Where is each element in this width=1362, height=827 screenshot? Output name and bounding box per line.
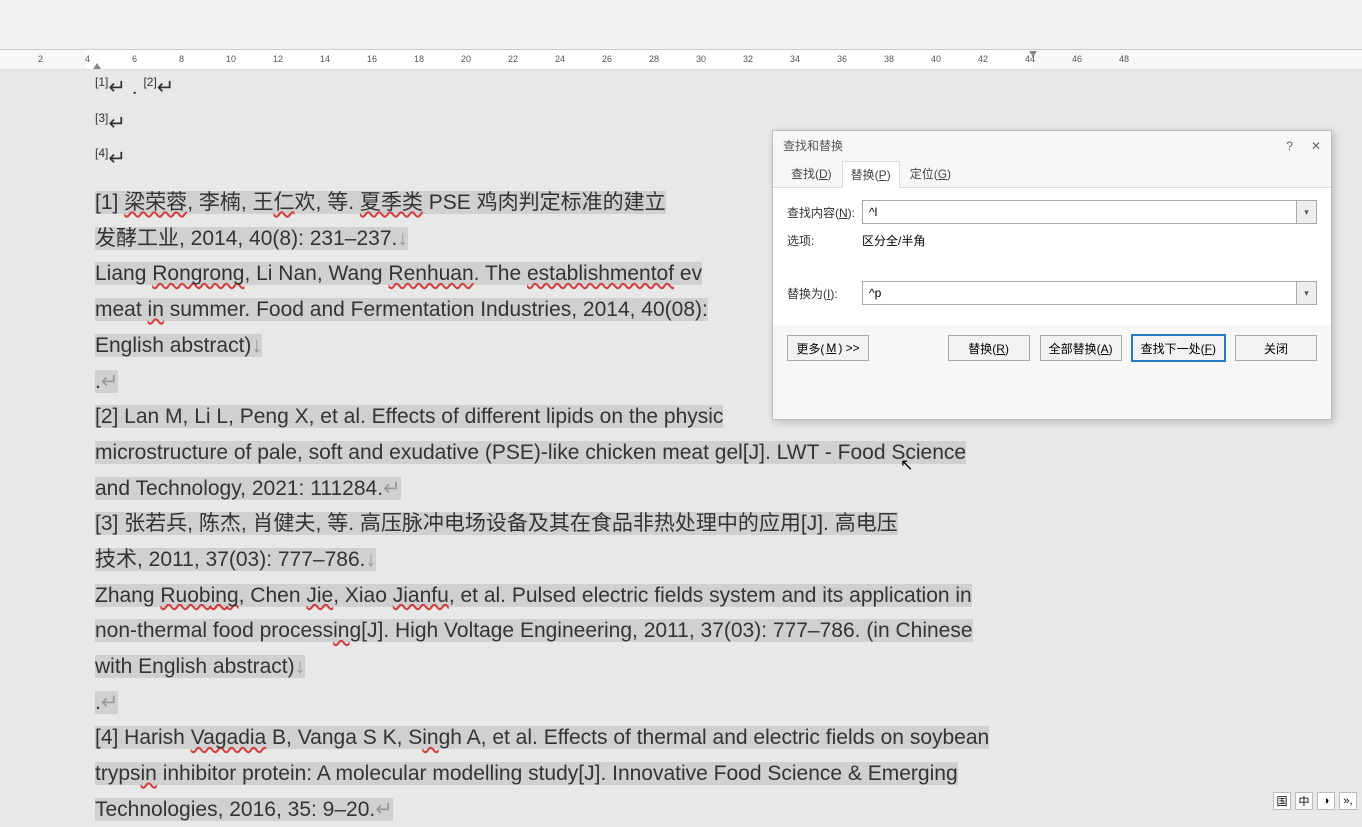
dialog-body: 查找内容(N): ▾ 选项: 区分全/半角 替换为(I): ▾ (773, 188, 1331, 325)
ruler-tick: 20 (461, 54, 471, 64)
ruler-tick: 38 (884, 54, 894, 64)
replace-all-button[interactable]: 全部替换(A) (1040, 335, 1122, 361)
ruler-tick: 30 (696, 54, 706, 64)
mouse-cursor-icon: ↖ (900, 455, 913, 475)
ruler-tick: 40 (931, 54, 941, 64)
more-button[interactable]: 更多(M) >> (787, 335, 869, 361)
ruler-tick: 6 (132, 54, 137, 64)
replace-button[interactable]: 替换(R) (948, 335, 1030, 361)
footnote-ref: [2] (143, 75, 156, 89)
dialog-title-text: 查找和替换 (783, 137, 843, 154)
body-line[interactable]: [3] 张若兵, 陈杰, 肖健夫, 等. 高压脉冲电场设备及其在食品非热处理中的… (85, 506, 1045, 542)
ruler-tick: 12 (273, 54, 283, 64)
replace-with-input[interactable] (862, 281, 1297, 305)
body-line[interactable]: .↵ (85, 685, 1045, 721)
ruler-tick: 48 (1119, 54, 1129, 64)
footnote-ref: [3] (95, 111, 108, 125)
replace-dropdown-icon[interactable]: ▾ (1297, 281, 1317, 305)
ruler-tick: 2 (38, 54, 43, 64)
ruler-tick: 8 (179, 54, 184, 64)
dialog-titlebar[interactable]: 查找和替换 ? ✕ (773, 131, 1331, 160)
ruler-tick: 28 (649, 54, 659, 64)
close-icon[interactable]: ✕ (1311, 139, 1321, 153)
dialog-button-row: 更多(M) >> 替换(R) 全部替换(A) 查找下一处(F) 关闭 (773, 325, 1331, 371)
find-replace-dialog[interactable]: 查找和替换 ? ✕ 查找(D) 替换(P) 定位(G) 查找内容(N): ▾ 选… (772, 130, 1332, 420)
body-line[interactable]: Zhang Ruobing, Chen Jie, Xiao Jianfu, et… (85, 578, 1045, 614)
horizontal-ruler[interactable]: 2468101214161820222426283032343638404244… (0, 50, 1362, 70)
ruler-tick: 22 (508, 54, 518, 64)
close-button[interactable]: 关闭 (1235, 335, 1317, 361)
ruler-tick: 16 (367, 54, 377, 64)
ruler-tick: 44 (1025, 54, 1035, 64)
ruler-tick: 42 (978, 54, 988, 64)
tray-item[interactable]: 国 (1273, 792, 1291, 810)
find-dropdown-icon[interactable]: ▾ (1297, 200, 1317, 224)
help-icon[interactable]: ? (1286, 139, 1293, 153)
find-next-button[interactable]: 查找下一处(F) (1132, 335, 1225, 361)
ruler-tick: 14 (320, 54, 330, 64)
ruler-tick: 10 (226, 54, 236, 64)
ruler-tick: 46 (1072, 54, 1082, 64)
tray-item[interactable]: », (1339, 792, 1357, 810)
ruler-tick: 24 (555, 54, 565, 64)
find-what-label: 查找内容(N): (787, 204, 862, 221)
status-tray: 国 中 ◑ », (1273, 792, 1357, 810)
body-line[interactable]: Technologies, 2016, 35: 9–20.↵ (85, 792, 1045, 827)
ruler-tick: 36 (837, 54, 847, 64)
body-line[interactable]: and Technology, 2021: 111284.↵ (85, 471, 1045, 507)
tray-item[interactable]: ◑ (1317, 792, 1335, 810)
body-line[interactable]: [4] Harish Vagadia B, Vanga S K, Singh A… (85, 720, 1045, 756)
ruler-tick: 4 (85, 54, 90, 64)
body-line[interactable]: with English abstract)↓ (85, 649, 1045, 685)
replace-with-label: 替换为(I): (787, 285, 862, 302)
tab-goto[interactable]: 定位(G) (902, 161, 959, 188)
ruler-tick: 34 (790, 54, 800, 64)
tab-find[interactable]: 查找(D) (783, 161, 840, 188)
dialog-tabs: 查找(D) 替换(P) 定位(G) (773, 160, 1331, 188)
body-line[interactable]: 技术, 2011, 37(03): 777–786.↓ (85, 542, 1045, 578)
footnote-ref: [4] (95, 146, 108, 160)
options-value: 区分全/半角 (862, 232, 925, 249)
tab-replace[interactable]: 替换(P) (842, 161, 900, 188)
ruler-tick: 26 (602, 54, 612, 64)
options-label: 选项: (787, 232, 862, 249)
ruler-tick: 32 (743, 54, 753, 64)
body-line[interactable]: non-thermal food processing[J]. High Vol… (85, 613, 1045, 649)
body-line[interactable]: trypsin inhibitor protein: A molecular m… (85, 756, 1045, 792)
footnote-ref: [1] (95, 75, 108, 89)
ruler-tick: 18 (414, 54, 424, 64)
ruler-left-indent-icon[interactable] (93, 63, 101, 69)
find-what-input[interactable] (862, 200, 1297, 224)
tray-item[interactable]: 中 (1295, 792, 1313, 810)
toolbar-area (0, 0, 1362, 50)
